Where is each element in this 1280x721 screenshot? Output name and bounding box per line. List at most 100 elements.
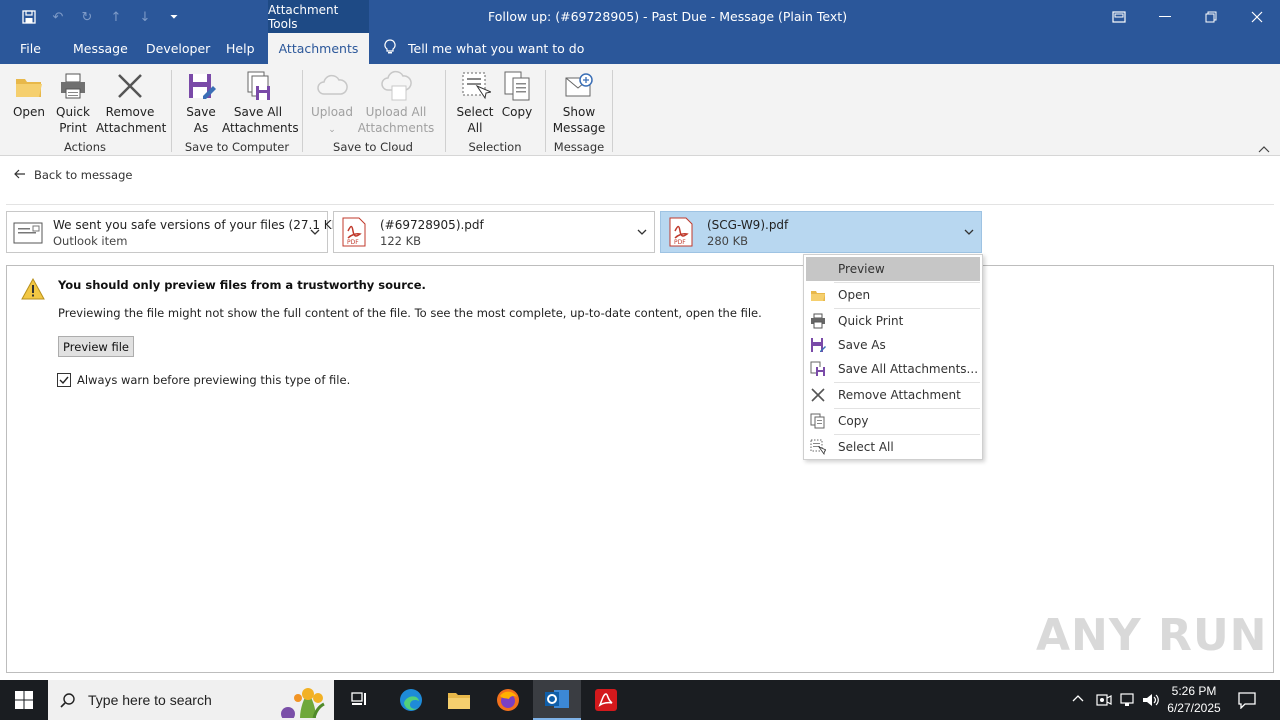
- attachment-name: (#69728905).pdf: [380, 218, 484, 232]
- clock-time: 5:26 PM: [1171, 684, 1217, 698]
- attachment-pdf-2[interactable]: PDF (SCG-W9).pdf 280 KB: [660, 211, 982, 253]
- open-button[interactable]: Open: [8, 70, 50, 120]
- tell-me-box[interactable]: Tell me what you want to do: [384, 33, 584, 64]
- always-warn-checkbox[interactable]: [57, 373, 71, 387]
- pdf-file-icon: PDF: [669, 217, 693, 250]
- redo-icon[interactable]: ↻: [78, 8, 96, 26]
- folder-icon: [811, 291, 825, 301]
- select-all-icon: [810, 439, 826, 455]
- back-to-message-link[interactable]: Back to message: [14, 168, 132, 182]
- meet-now-icon[interactable]: [1096, 692, 1112, 711]
- taskbar-clock[interactable]: 5:26 PM 6/27/2025: [1158, 683, 1230, 717]
- group-save-computer-label: Save to Computer: [184, 140, 290, 154]
- menu-item-save-as[interactable]: Save As: [806, 333, 980, 357]
- restore-icon[interactable]: [1188, 0, 1234, 33]
- chevron-up-icon[interactable]: [1071, 692, 1085, 709]
- warning-text: Previewing the file might not show the f…: [58, 306, 762, 320]
- attachment-outlook-item[interactable]: We sent you safe versions of your files …: [6, 211, 345, 253]
- acrobat-icon: [595, 689, 617, 711]
- start-button[interactable]: [0, 680, 48, 720]
- taskbar-search-box[interactable]: Type here to search: [48, 680, 334, 721]
- email-item-icon: [13, 222, 43, 247]
- taskbar-acrobat[interactable]: [582, 680, 630, 720]
- attachment-pdf-1[interactable]: PDF (#69728905).pdf 122 KB: [333, 211, 655, 253]
- x-icon: [118, 74, 142, 98]
- menu-item-remove[interactable]: Remove Attachment: [806, 383, 980, 407]
- search-highlight-flowers-icon: [260, 684, 330, 721]
- folder-icon: [16, 79, 42, 97]
- save-all-icon: [247, 71, 270, 100]
- tab-attachments[interactable]: Attachments: [268, 33, 369, 64]
- warning-icon: [21, 277, 45, 303]
- upload-button[interactable]: Upload ⌄: [310, 70, 354, 138]
- windows-logo-icon: [15, 691, 33, 709]
- printer-icon: [811, 313, 825, 329]
- menu-item-preview[interactable]: Preview: [806, 257, 980, 281]
- tab-developer[interactable]: Developer: [146, 33, 210, 64]
- show-message-icon: [565, 73, 593, 97]
- taskbar-file-explorer[interactable]: [435, 680, 483, 720]
- always-warn-label: Always warn before previewing this type …: [77, 373, 351, 387]
- search-placeholder: Type here to search: [88, 692, 212, 708]
- network-icon[interactable]: [1118, 692, 1136, 711]
- close-icon[interactable]: [1234, 0, 1280, 33]
- select-all-icon: [462, 72, 491, 100]
- chevron-down-icon[interactable]: [309, 226, 321, 238]
- undo-icon[interactable]: ↶: [49, 8, 67, 26]
- attachment-size: 122 KB: [380, 234, 422, 248]
- copy-icon: [504, 71, 530, 101]
- chevron-down-icon[interactable]: [963, 226, 975, 238]
- chevron-down-icon[interactable]: [636, 226, 648, 238]
- title-bar: ↶ ↻ ↑ ↓ ⏷ Attachment Tools Follow up: (#…: [0, 0, 1280, 33]
- clock-date: 6/27/2025: [1167, 701, 1221, 715]
- window-title: Follow up: (#69728905) - Past Due - Mess…: [488, 9, 848, 24]
- firefox-icon: [497, 689, 519, 711]
- notifications-icon[interactable]: [1238, 691, 1256, 712]
- customize-qat-icon[interactable]: ⏷: [165, 8, 183, 26]
- file-explorer-icon: [448, 693, 470, 709]
- group-divider: [612, 70, 613, 152]
- search-icon: [60, 692, 76, 711]
- group-message-label: Message: [553, 140, 605, 154]
- menu-item-save-all[interactable]: Save All Attachments...: [806, 357, 980, 381]
- attachment-name: (SCG-W9).pdf: [707, 218, 789, 232]
- up-arrow-icon[interactable]: ↑: [107, 8, 125, 26]
- taskbar-edge[interactable]: [387, 680, 435, 720]
- save-all-icon: [810, 361, 825, 376]
- menu-item-open[interactable]: Open: [806, 283, 980, 307]
- minimize-icon[interactable]: [1142, 0, 1188, 33]
- save-icon[interactable]: [20, 8, 38, 26]
- group-divider: [545, 70, 546, 152]
- remove-attachment-button[interactable]: Remove Attachment: [96, 70, 166, 136]
- tab-help[interactable]: Help: [226, 33, 255, 64]
- quick-print-button[interactable]: Quick Print: [52, 70, 94, 136]
- taskbar-firefox[interactable]: [484, 680, 532, 720]
- save-all-attachments-button[interactable]: Save All Attachments: [222, 70, 299, 136]
- ribbon-tabs: File Message Developer Help Attachments …: [0, 33, 1280, 64]
- divider: [6, 204, 1274, 205]
- tab-file[interactable]: File: [20, 33, 41, 64]
- menu-item-copy[interactable]: Copy: [806, 409, 980, 433]
- select-all-button[interactable]: Select All: [454, 70, 496, 136]
- ribbon-display-icon[interactable]: [1096, 0, 1142, 33]
- group-selection-label: Selection: [468, 140, 522, 154]
- lightbulb-icon: [384, 39, 396, 58]
- collapse-ribbon-icon[interactable]: [1258, 142, 1270, 156]
- down-arrow-icon[interactable]: ↓: [136, 8, 154, 26]
- copy-button[interactable]: Copy: [498, 70, 536, 120]
- anyrun-watermark: ANY RUN: [1036, 610, 1268, 661]
- taskbar-outlook[interactable]: [533, 680, 581, 720]
- cloud-upload-icon: [381, 70, 412, 101]
- tab-message[interactable]: Message: [73, 33, 128, 64]
- save-as-button[interactable]: Save As: [180, 70, 222, 136]
- back-link-label: Back to message: [34, 168, 133, 182]
- attachment-size: 280 KB: [707, 234, 749, 248]
- task-view-button[interactable]: [336, 680, 384, 720]
- taskbar: Type here to search 5:26 PM 6/27/2025: [0, 680, 1280, 721]
- show-message-button[interactable]: Show Message: [552, 70, 606, 136]
- save-as-icon: [189, 74, 216, 99]
- menu-item-select-all[interactable]: Select All: [806, 435, 980, 459]
- ribbon: Open Quick Print Remove Attachment Actions…: [0, 64, 1280, 156]
- menu-item-quick-print[interactable]: Quick Print: [806, 309, 980, 333]
- preview-file-button[interactable]: Preview file: [58, 336, 134, 357]
